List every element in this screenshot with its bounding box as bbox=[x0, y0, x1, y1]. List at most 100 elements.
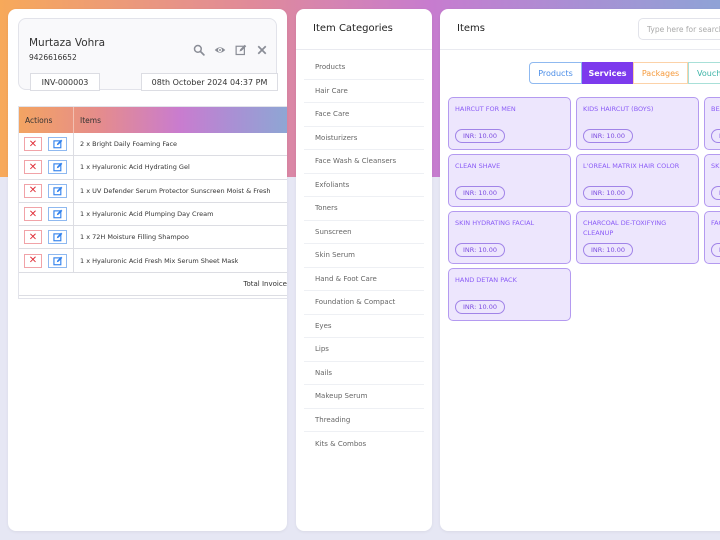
delete-button[interactable]: ✕ bbox=[24, 230, 42, 245]
customer-card: Murtaza Vohra 9426616652 INV-000003 08th… bbox=[18, 18, 278, 91]
categories-title: Item Categories bbox=[313, 23, 393, 34]
invoice-number: INV-000003 bbox=[30, 73, 100, 91]
close-icon: ✕ bbox=[28, 255, 38, 267]
edit-icon[interactable] bbox=[234, 43, 247, 56]
service-card[interactable]: BEARD TRIM INR: 10.00 bbox=[704, 97, 720, 150]
service-card[interactable]: FACIAL INR: 10.00 bbox=[704, 211, 720, 264]
table-row: ✕ 1 x Hyaluronic Acid Hydrating Gel bbox=[19, 156, 287, 180]
item-description: 1 x 72H Moisture Filling Shampoo bbox=[80, 233, 189, 242]
category-item[interactable]: Hair Care bbox=[304, 80, 424, 103]
search-icon[interactable] bbox=[192, 43, 205, 56]
service-card[interactable]: KIDS HAIRCUT (BOYS) INR: 10.00 bbox=[576, 97, 699, 150]
service-name: L'OREAL MATRIX HAIR COLOR bbox=[583, 162, 680, 170]
close-icon: ✕ bbox=[28, 208, 38, 220]
category-item[interactable]: Kits & Combos bbox=[304, 432, 424, 456]
search-input[interactable] bbox=[638, 18, 720, 40]
edit-button[interactable] bbox=[48, 183, 67, 198]
service-card[interactable]: HAND DETAN PACK INR: 10.00 bbox=[448, 268, 571, 321]
item-description: 2 x Bright Daily Foaming Face bbox=[80, 140, 178, 149]
edit-button[interactable] bbox=[48, 160, 67, 175]
category-item[interactable]: Hand & Foot Care bbox=[304, 268, 424, 291]
invoice-date[interactable]: 08th October 2024 04:37 PM bbox=[141, 73, 278, 91]
table-row: ✕ 2 x Bright Daily Foaming Face bbox=[19, 133, 287, 157]
category-item[interactable]: Exfoliants bbox=[304, 174, 424, 197]
row-actions: ✕ bbox=[19, 179, 74, 202]
service-price-badge: INR: 10.00 bbox=[455, 243, 505, 257]
edit-icon bbox=[52, 139, 62, 149]
service-name: CHARCOAL DE-TOXIFYING CLEANUP bbox=[583, 219, 667, 238]
row-actions: ✕ bbox=[19, 226, 74, 249]
service-name: SKIN bbox=[711, 162, 720, 170]
invoice-panel: Murtaza Vohra 9426616652 INV-000003 08th… bbox=[8, 9, 287, 531]
service-price-badge: INR: 10.00 bbox=[711, 243, 720, 257]
edit-button[interactable] bbox=[48, 253, 67, 268]
service-card[interactable]: HAIRCUT FOR MEN INR: 10.00 bbox=[448, 97, 571, 150]
total-invoice-label: Total Invoice bbox=[19, 273, 287, 296]
tab-packages[interactable]: Packages bbox=[633, 62, 688, 84]
customer-name: Murtaza Vohra bbox=[29, 37, 106, 49]
service-card[interactable]: CHARCOAL DE-TOXIFYING CLEANUP INR: 10.00 bbox=[576, 211, 699, 264]
service-card[interactable]: CLEAN SHAVE INR: 10.00 bbox=[448, 154, 571, 207]
service-card[interactable]: SKIN INR: 10.00 bbox=[704, 154, 720, 207]
customer-phone: 9426616652 bbox=[29, 53, 77, 62]
delete-button[interactable]: ✕ bbox=[24, 160, 42, 175]
category-list: Products Hair Care Face Care Moisturizers Fa… bbox=[304, 56, 424, 456]
category-item[interactable]: Makeup Serum bbox=[304, 385, 424, 409]
category-item[interactable]: Face Wash & Cleansers bbox=[304, 150, 424, 174]
edit-icon bbox=[52, 256, 62, 265]
close-icon[interactable] bbox=[255, 43, 268, 56]
category-item[interactable]: Eyes bbox=[304, 315, 424, 338]
service-card[interactable]: SKIN HYDRATING FACIAL INR: 10.00 bbox=[448, 211, 571, 264]
table-row: ✕ 1 x Hyaluronic Acid Fresh Mix Serum She… bbox=[19, 249, 287, 273]
category-item[interactable]: Face Care bbox=[304, 103, 424, 127]
service-price-badge: INR: 10.00 bbox=[455, 129, 505, 143]
service-name: BEARD TRIM bbox=[711, 105, 720, 113]
table-row: ✕ 1 x Hyaluronic Acid Plumping Day Cream bbox=[19, 202, 287, 227]
edit-icon bbox=[52, 163, 62, 172]
edit-button[interactable] bbox=[48, 230, 67, 245]
eye-icon[interactable] bbox=[213, 43, 226, 56]
category-item[interactable]: Toners bbox=[304, 197, 424, 221]
item-type-tabs: Products Services Packages Vouchers bbox=[529, 62, 720, 84]
category-item[interactable]: Lips bbox=[304, 338, 424, 362]
row-actions: ✕ bbox=[19, 133, 74, 156]
category-item[interactable]: Products bbox=[304, 56, 424, 80]
invoice-items-table: Actions Items ✕ 2 x Bright Daily Foaming … bbox=[18, 106, 287, 299]
delete-button[interactable]: ✕ bbox=[24, 207, 42, 222]
items-panel: Items Products Services Packages Voucher… bbox=[440, 9, 720, 531]
service-price-badge: INR: 10.00 bbox=[711, 186, 720, 200]
category-item[interactable]: Moisturizers bbox=[304, 127, 424, 150]
service-name: CLEAN SHAVE bbox=[455, 162, 501, 170]
tab-products[interactable]: Products bbox=[529, 62, 582, 84]
category-item[interactable]: Skin Serum bbox=[304, 244, 424, 268]
divider bbox=[440, 49, 720, 50]
items-title: Items bbox=[457, 23, 485, 34]
service-price-badge: INR: 10.00 bbox=[583, 186, 633, 200]
service-price-badge: INR: 10.00 bbox=[711, 129, 720, 143]
edit-icon bbox=[52, 232, 62, 242]
edit-icon bbox=[52, 186, 62, 196]
edit-button[interactable] bbox=[48, 137, 67, 152]
tab-services[interactable]: Services bbox=[582, 62, 633, 84]
service-price-badge: INR: 10.00 bbox=[455, 186, 505, 200]
service-name: KIDS HAIRCUT (BOYS) bbox=[583, 105, 654, 113]
table-header: Actions Items bbox=[19, 107, 287, 133]
delete-button[interactable]: ✕ bbox=[24, 253, 42, 268]
categories-panel: Item Categories Products Hair Care Face Ca… bbox=[296, 9, 432, 531]
item-description: 1 x Hyaluronic Acid Fresh Mix Serum Shee… bbox=[80, 256, 239, 265]
delete-button[interactable]: ✕ bbox=[24, 183, 42, 198]
category-item[interactable]: Threading bbox=[304, 409, 424, 432]
item-description: 1 x Hyaluronic Acid Plumping Day Cream bbox=[80, 210, 214, 219]
row-actions: ✕ bbox=[19, 202, 74, 226]
table-row: ✕ 1 x 72H Moisture Filling Shampoo bbox=[19, 226, 287, 250]
edit-button[interactable] bbox=[48, 207, 67, 222]
service-price-badge: INR: 10.00 bbox=[455, 300, 505, 314]
delete-button[interactable]: ✕ bbox=[24, 137, 42, 152]
item-description: 1 x Hyaluronic Acid Hydrating Gel bbox=[80, 163, 190, 172]
category-item[interactable]: Nails bbox=[304, 362, 424, 385]
tab-vouchers[interactable]: Vouchers bbox=[688, 62, 720, 84]
service-name: HAND DETAN PACK bbox=[455, 276, 517, 284]
category-item[interactable]: Foundation & Compact bbox=[304, 291, 424, 315]
service-card[interactable]: L'OREAL MATRIX HAIR COLOR INR: 10.00 bbox=[576, 154, 699, 207]
category-item[interactable]: Sunscreen bbox=[304, 221, 424, 244]
